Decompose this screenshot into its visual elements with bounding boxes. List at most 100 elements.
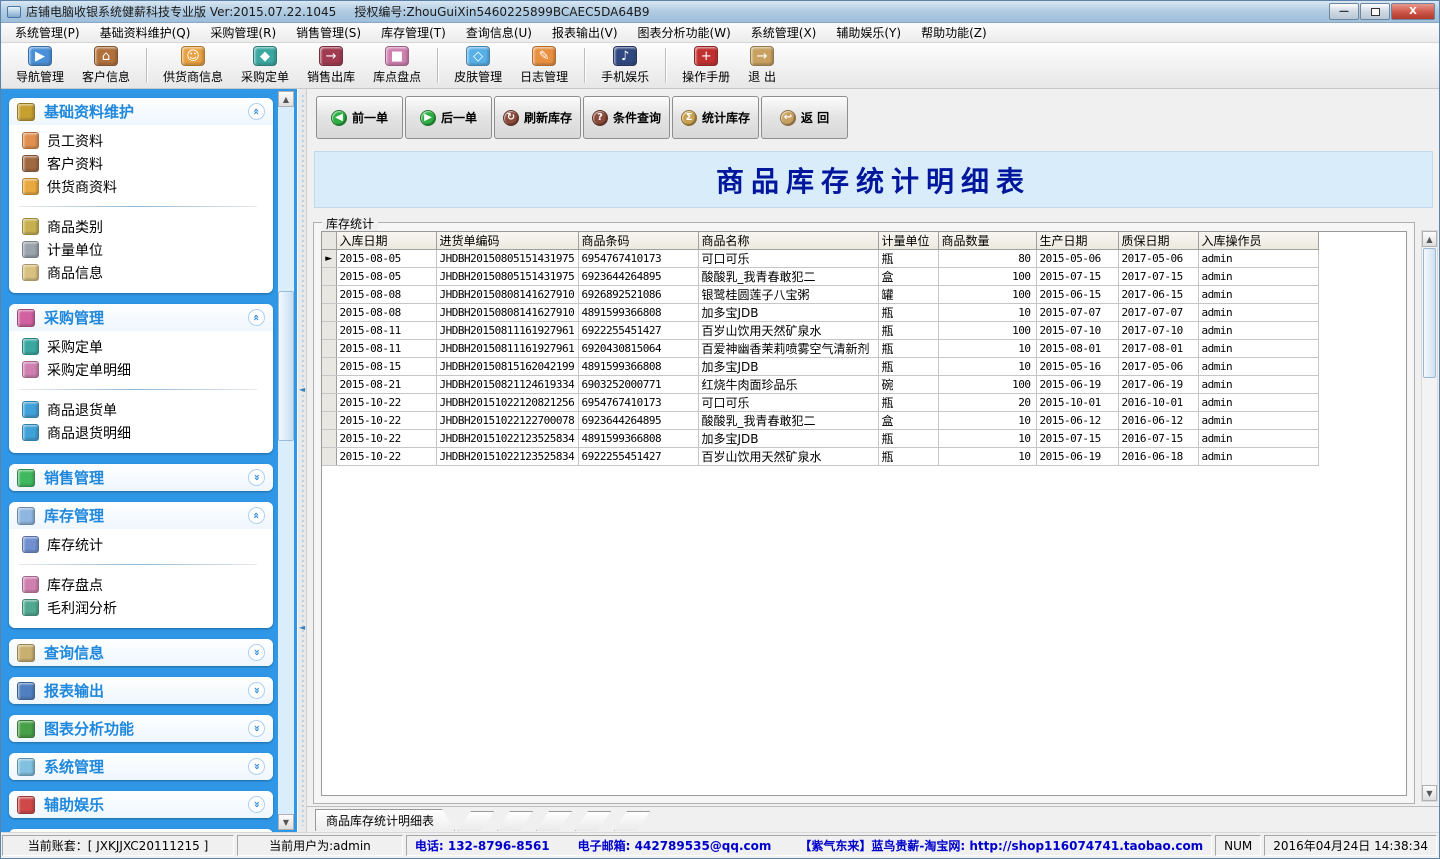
toolbar-button-stock-check[interactable]: ■库点盘点 — [364, 45, 430, 86]
expand-chevron-icon[interactable]: « — [248, 720, 265, 737]
collapse-chevron-icon[interactable]: « — [248, 507, 265, 524]
table-row[interactable]: 2015-08-05JHDBH2015080515143197569236442… — [322, 268, 1318, 286]
menu-item[interactable]: 图表分析功能(W) — [628, 22, 741, 43]
toolbar-button-navigation-management[interactable]: ▶导航管理 — [7, 45, 73, 86]
toolbar-button-log-management[interactable]: ✎日志管理 — [511, 45, 577, 86]
sidebar-item-product-category[interactable]: 商品类别 — [9, 215, 273, 238]
menu-item[interactable]: 基础资料维护(Q) — [90, 22, 201, 43]
column-header[interactable]: 生产日期 — [1036, 232, 1118, 250]
toolbar-button-skin-management[interactable]: ◇皮肤管理 — [445, 45, 511, 86]
toolbar-button-supplier-info[interactable]: ☺供货商信息 — [154, 45, 232, 86]
menu-item[interactable]: 报表输出(V) — [542, 22, 628, 43]
sidebar-item-gross-profit-analysis[interactable]: 毛利润分析 — [9, 596, 273, 619]
table-row[interactable]: ►2015-08-05JHDBH201508051514319756954767… — [322, 250, 1318, 268]
toolbar-button-mobile-entertainment[interactable]: ♪手机娱乐 — [592, 45, 658, 86]
tab-empty[interactable] — [536, 811, 572, 831]
condition-query-button[interactable]: ?条件查询 — [583, 96, 670, 139]
scroll-up-arrow-icon[interactable]: ▲ — [278, 91, 294, 107]
title-bar[interactable]: 店铺电脑收银系统健薪科技专业版 Ver:2015.07.22.1045 授权编号… — [1, 1, 1439, 23]
sidebar-header-basic-data-maintenance[interactable]: 基础资料维护« — [9, 98, 273, 125]
sidebar-item-inventory-check[interactable]: 库存盘点 — [9, 573, 273, 596]
column-header[interactable]: 入库操作员 — [1198, 232, 1318, 250]
sidebar-item-product-return-order[interactable]: 商品退货单 — [9, 398, 273, 421]
table-row[interactable]: 2015-10-22JHDBH2015102212270007869236442… — [322, 412, 1318, 430]
sidebar-scroll-thumb[interactable] — [278, 291, 294, 441]
sidebar-header-system-management[interactable]: 系统管理« — [9, 753, 273, 780]
grid-scrollbar[interactable]: ▲ ▼ — [1421, 230, 1438, 802]
back-button[interactable]: ↩返 回 — [761, 96, 848, 139]
menu-item[interactable]: 查询信息(U) — [456, 22, 542, 43]
close-button[interactable]: X — [1391, 3, 1435, 20]
sidebar-item-product-return-detail[interactable]: 商品退货明细 — [9, 421, 273, 444]
sidebar-scrollbar[interactable]: ▲ ▼ — [278, 91, 294, 830]
status-shop-link[interactable]: 【紫气东来】蓝鸟贵薪-淘宝网: http://shop116074741.tao… — [799, 837, 1203, 854]
column-header[interactable]: 商品名称 — [698, 232, 878, 250]
menu-item[interactable]: 销售管理(S) — [286, 22, 371, 43]
column-header[interactable]: 进货单编码 — [436, 232, 578, 250]
grid-scroll-down-icon[interactable]: ▼ — [1422, 785, 1437, 801]
grid-scroll-thumb[interactable] — [1423, 248, 1436, 378]
toolbar-button-exit[interactable]: →退 出 — [739, 45, 785, 86]
tab-empty[interactable] — [497, 811, 533, 831]
table-row[interactable]: 2015-08-08JHDBH2015080814162791048915993… — [322, 304, 1318, 322]
menu-item[interactable]: 库存管理(T) — [371, 22, 456, 43]
scroll-down-arrow-icon[interactable]: ▼ — [278, 814, 294, 830]
menu-item[interactable]: 辅助娱乐(Y) — [826, 22, 911, 43]
sidebar-header-chart-analysis[interactable]: 图表分析功能« — [9, 715, 273, 742]
tab-empty[interactable] — [614, 811, 650, 831]
toolbar-button-sales-outbound[interactable]: →销售出库 — [298, 45, 364, 86]
sidebar-header-sales-management[interactable]: 销售管理« — [9, 464, 273, 491]
menu-item[interactable]: 系统管理(X) — [741, 22, 827, 43]
table-row[interactable]: 2015-10-22JHDBH2015102212352583469222554… — [322, 448, 1318, 466]
table-row[interactable]: 2015-10-22JHDBH2015102212352583448915993… — [322, 430, 1318, 448]
tab-inventory-detail[interactable]: 商品库存统计明细表 — [315, 809, 455, 831]
menu-item[interactable]: 帮助功能(Z) — [911, 22, 997, 43]
sidebar-item-product-info[interactable]: 商品信息 — [9, 261, 273, 284]
table-row[interactable]: 2015-08-08JHDBH2015080814162791069268925… — [322, 286, 1318, 304]
expand-chevron-icon[interactable]: « — [248, 469, 265, 486]
grid-scroll-up-icon[interactable]: ▲ — [1422, 231, 1437, 247]
column-header[interactable]: 入库日期 — [336, 232, 436, 250]
table-row[interactable]: 2015-08-11JHDBH2015081116192796169204308… — [322, 340, 1318, 358]
stat-stock-button[interactable]: Σ统计库存 — [672, 96, 759, 139]
minimize-button[interactable]: — — [1329, 3, 1359, 20]
expand-chevron-icon[interactable]: « — [248, 758, 265, 775]
column-header[interactable]: 商品数量 — [938, 232, 1036, 250]
sidebar-item-employee-data[interactable]: 员工资料 — [9, 129, 273, 152]
sidebar-header-query-info[interactable]: 查询信息« — [9, 639, 273, 666]
menu-item[interactable]: 系统管理(P) — [5, 22, 90, 43]
prev-order-button[interactable]: ◀前一单 — [316, 96, 403, 139]
tab-empty[interactable] — [575, 811, 611, 831]
sidebar-item-supplier-data[interactable]: 供货商资料 — [9, 175, 273, 198]
column-header[interactable]: 计量单位 — [878, 232, 938, 250]
sidebar-header-report-output[interactable]: 报表输出« — [9, 677, 273, 704]
sidebar-splitter[interactable]: ◄ ◄ — [297, 89, 307, 832]
table-row[interactable]: 2015-08-11JHDBH2015081116192796169222554… — [322, 322, 1318, 340]
sidebar-item-measure-unit[interactable]: 计量单位 — [9, 238, 273, 261]
refresh-stock-button[interactable]: ↻刷新库存 — [494, 96, 581, 139]
sidebar-header-entertainment[interactable]: 辅助娱乐« — [9, 791, 273, 818]
collapse-chevron-icon[interactable]: « — [248, 103, 265, 120]
sidebar-item-inventory-statistics[interactable]: 库存统计 — [9, 533, 273, 556]
menu-item[interactable]: 采购管理(R) — [200, 22, 286, 43]
sidebar-scroll-track[interactable] — [278, 107, 294, 814]
expand-chevron-icon[interactable]: « — [248, 796, 265, 813]
table-row[interactable]: 2015-08-21JHDBH2015082112461933469032520… — [322, 376, 1318, 394]
sidebar-item-purchase-order[interactable]: 采购定单 — [9, 335, 273, 358]
sidebar-header-purchase-management[interactable]: 采购管理« — [9, 304, 273, 331]
column-header[interactable]: 质保日期 — [1118, 232, 1198, 250]
tab-empty[interactable] — [458, 811, 494, 831]
table-row[interactable]: 2015-10-22JHDBH2015102212082125669547674… — [322, 394, 1318, 412]
restore-button[interactable] — [1360, 3, 1390, 20]
column-header[interactable]: 商品条码 — [578, 232, 698, 250]
next-order-button[interactable]: ▶后一单 — [405, 96, 492, 139]
sidebar-header-inventory-management[interactable]: 库存管理« — [9, 502, 273, 529]
sidebar-item-customer-data[interactable]: 客户资料 — [9, 152, 273, 175]
expand-chevron-icon[interactable]: « — [248, 644, 265, 661]
expand-chevron-icon[interactable]: « — [248, 682, 265, 699]
toolbar-button-purchase-order[interactable]: ◆采购定单 — [232, 45, 298, 86]
sidebar-item-purchase-order-detail[interactable]: 采购定单明细 — [9, 358, 273, 381]
toolbar-button-operation-manual[interactable]: +操作手册 — [673, 45, 739, 86]
collapse-chevron-icon[interactable]: « — [248, 309, 265, 326]
table-row[interactable]: 2015-08-15JHDBH2015081516204219948915993… — [322, 358, 1318, 376]
